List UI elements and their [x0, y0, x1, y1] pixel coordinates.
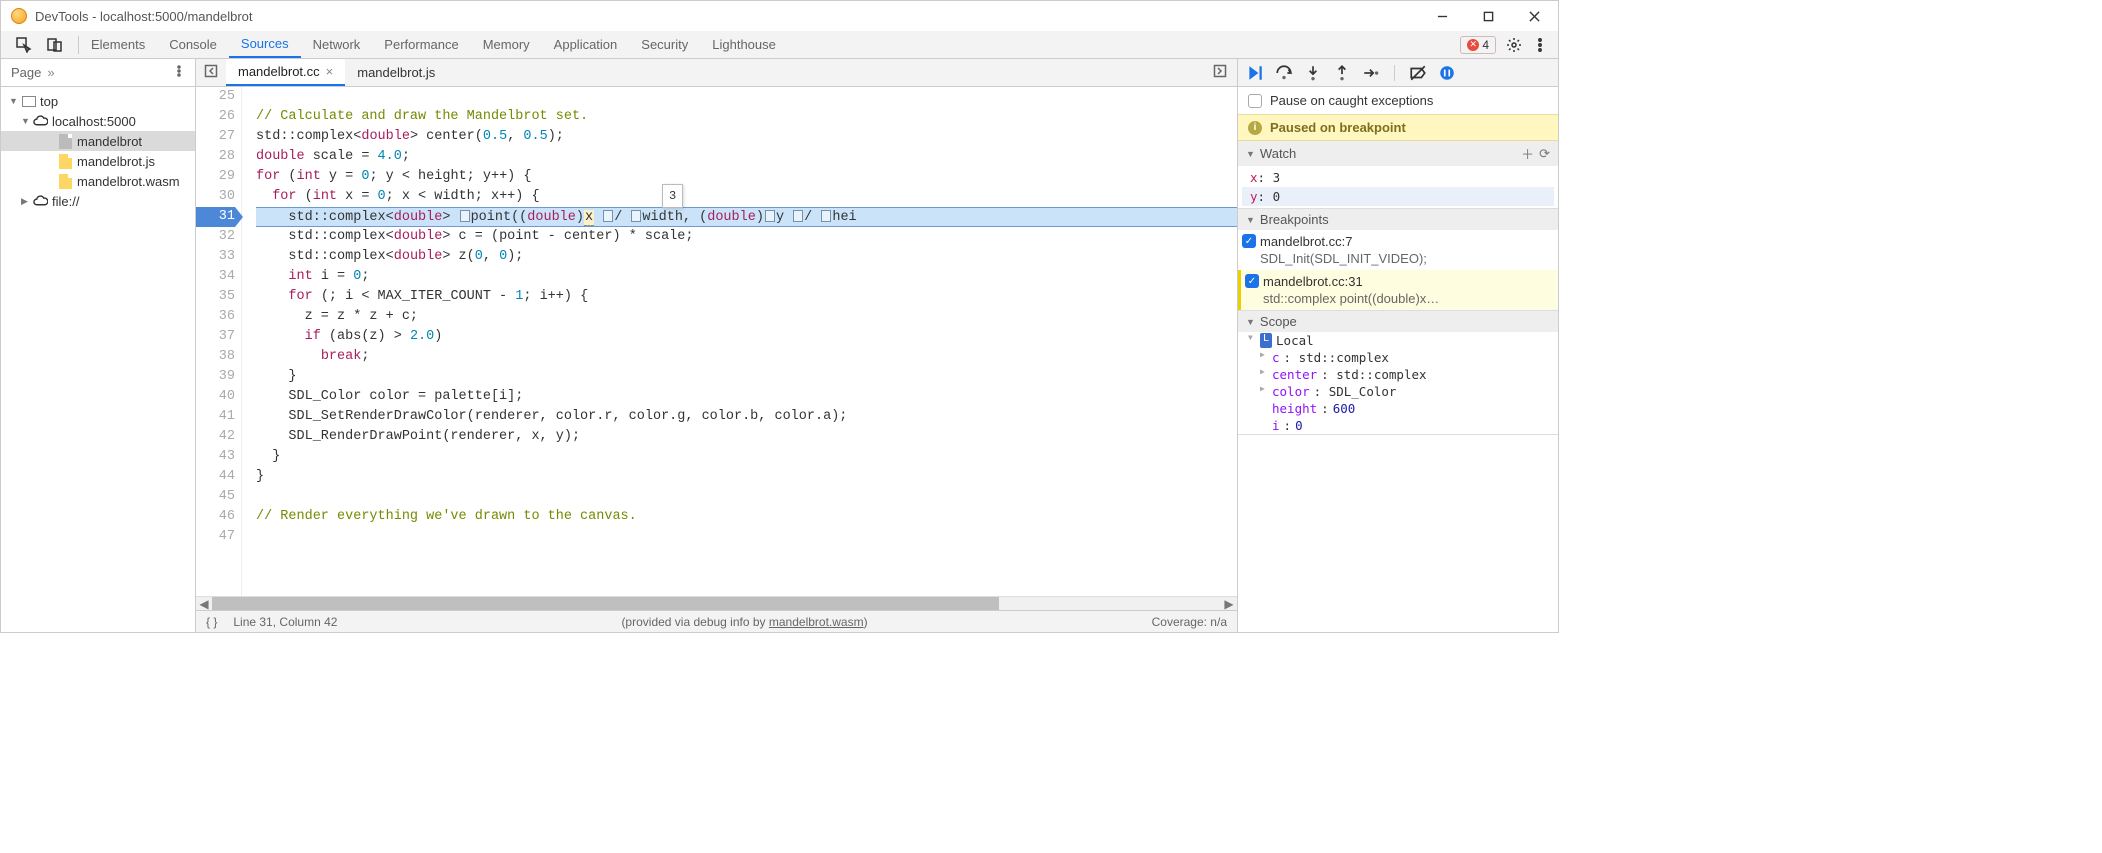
tab-lighthouse[interactable]: Lighthouse: [700, 31, 788, 58]
paused-status: iPaused on breakpoint: [1238, 114, 1558, 141]
close-tab-icon[interactable]: ×: [326, 64, 334, 79]
code-line[interactable]: // Calculate and draw the Mandelbrot set…: [256, 107, 1237, 127]
horizontal-scrollbar[interactable]: ◀▶: [196, 596, 1237, 610]
file-tab[interactable]: mandelbrot.js: [345, 59, 447, 86]
code-line[interactable]: [256, 87, 1237, 107]
tree-item[interactable]: mandelbrot: [1, 131, 195, 151]
source-editor: mandelbrot.cc×mandelbrot.js 252627282930…: [196, 59, 1238, 632]
scope-variable[interactable]: i: 0: [1238, 417, 1558, 434]
inspect-icon[interactable]: [16, 37, 32, 53]
step-icon[interactable]: [1362, 64, 1380, 82]
tree-item[interactable]: mandelbrot.wasm: [1, 171, 195, 191]
settings-icon[interactable]: [1506, 37, 1522, 53]
scope-variable[interactable]: ▶center: std::complex: [1238, 366, 1558, 383]
window-title: DevTools - localhost:5000/mandelbrot: [35, 9, 1428, 24]
watch-section-header[interactable]: ▼Watch ＋ ⟳: [1238, 141, 1558, 166]
code-line[interactable]: SDL_SetRenderDrawColor(renderer, color.r…: [256, 407, 1237, 427]
close-button[interactable]: [1520, 6, 1548, 26]
tab-elements[interactable]: Elements: [79, 31, 157, 58]
step-over-icon[interactable]: [1275, 64, 1293, 82]
code-line[interactable]: std::complex<double> center(0.5, 0.5);: [256, 127, 1237, 147]
scope-section-header[interactable]: ▼Scope: [1238, 311, 1558, 332]
deactivate-breakpoints-icon[interactable]: [1409, 64, 1427, 82]
app-icon: [11, 8, 27, 24]
nav-header-label: Page: [11, 65, 41, 80]
step-out-icon[interactable]: [1333, 64, 1351, 82]
cursor-position: Line 31, Column 42: [233, 615, 337, 629]
error-count-badge[interactable]: ✕4: [1460, 36, 1496, 54]
code-line[interactable]: std::complex<double> c = (point - center…: [256, 227, 1237, 247]
watch-expression[interactable]: y: 0: [1242, 187, 1554, 206]
code-line[interactable]: SDL_RenderDrawPoint(renderer, x, y);: [256, 427, 1237, 447]
error-count: 4: [1482, 38, 1489, 52]
value-tooltip: 3: [662, 184, 683, 208]
code-line[interactable]: std::complex<double> point((double)x / w…: [256, 207, 1237, 227]
file-navigator: Page » ▼top▼localhost:5000mandelbrotmand…: [1, 59, 196, 632]
code-line[interactable]: for (int y = 0; y < height; y++) {: [256, 167, 1237, 187]
code-line[interactable]: for (int x = 0; x < width; x++) {: [256, 187, 1237, 207]
nav-fwd-icon[interactable]: [1203, 64, 1237, 81]
code-line[interactable]: [256, 487, 1237, 507]
tree-item[interactable]: ▼localhost:5000: [1, 111, 195, 131]
tree-item[interactable]: mandelbrot.js: [1, 151, 195, 171]
step-into-icon[interactable]: [1304, 64, 1322, 82]
scope-variable[interactable]: ▼LLocal: [1238, 332, 1558, 349]
tab-application[interactable]: Application: [542, 31, 630, 58]
add-watch-icon[interactable]: ＋: [1521, 144, 1534, 163]
devtools-tabbar: ElementsConsoleSourcesNetworkPerformance…: [1, 31, 1558, 59]
refresh-watch-icon[interactable]: ⟳: [1539, 146, 1550, 162]
code-line[interactable]: break;: [256, 347, 1237, 367]
window-titlebar: DevTools - localhost:5000/mandelbrot: [1, 1, 1558, 31]
tab-memory[interactable]: Memory: [471, 31, 542, 58]
nav-back-icon[interactable]: [196, 64, 226, 81]
breakpoint-item[interactable]: ✓mandelbrot.cc:31std::complex point((dou…: [1238, 270, 1558, 310]
code-line[interactable]: std::complex<double> z(0, 0);: [256, 247, 1237, 267]
scope-variable[interactable]: ▶c: std::complex: [1238, 349, 1558, 366]
tab-network[interactable]: Network: [301, 31, 373, 58]
breakpoint-item[interactable]: ✓mandelbrot.cc:7SDL_Init(SDL_INIT_VIDEO)…: [1238, 230, 1558, 270]
maximize-button[interactable]: [1474, 6, 1502, 26]
tree-item[interactable]: ▼top: [1, 91, 195, 111]
debug-source-link[interactable]: mandelbrot.wasm: [769, 615, 864, 629]
code-line[interactable]: }: [256, 447, 1237, 467]
code-line[interactable]: double scale = 4.0;: [256, 147, 1237, 167]
tab-security[interactable]: Security: [629, 31, 700, 58]
editor-statusbar: { } Line 31, Column 42 (provided via deb…: [196, 610, 1237, 632]
device-mode-icon[interactable]: [47, 37, 63, 53]
breakpoint-checkbox[interactable]: ✓: [1245, 274, 1259, 288]
watch-expression[interactable]: x: 3: [1242, 168, 1554, 187]
tab-sources[interactable]: Sources: [229, 31, 301, 58]
pause-caught-exceptions-checkbox[interactable]: [1248, 94, 1262, 108]
kebab-menu-icon[interactable]: [1532, 37, 1548, 53]
code-line[interactable]: for (; i < MAX_ITER_COUNT - 1; i++) {: [256, 287, 1237, 307]
pause-caught-label: Pause on caught exceptions: [1270, 93, 1433, 108]
tab-performance[interactable]: Performance: [372, 31, 470, 58]
code-line[interactable]: z = z * z + c;: [256, 307, 1237, 327]
breakpoints-section-header[interactable]: ▼Breakpoints: [1238, 209, 1558, 230]
tree-item[interactable]: ▶file://: [1, 191, 195, 211]
code-line[interactable]: [256, 527, 1237, 547]
code-line[interactable]: if (abs(z) > 2.0): [256, 327, 1237, 347]
resume-icon[interactable]: [1246, 64, 1264, 82]
code-line[interactable]: // Render everything we've drawn to the …: [256, 507, 1237, 527]
nav-more-icon[interactable]: [173, 65, 185, 80]
coverage-label: Coverage: n/a: [1152, 615, 1227, 629]
breakpoint-checkbox[interactable]: ✓: [1242, 234, 1256, 248]
tab-console[interactable]: Console: [157, 31, 229, 58]
file-tab[interactable]: mandelbrot.cc×: [226, 59, 345, 86]
scope-variable[interactable]: height: 600: [1238, 400, 1558, 417]
code-line[interactable]: int i = 0;: [256, 267, 1237, 287]
code-line[interactable]: }: [256, 467, 1237, 487]
minimize-button[interactable]: [1428, 6, 1456, 26]
code-line[interactable]: SDL_Color color = palette[i];: [256, 387, 1237, 407]
pretty-print-icon[interactable]: { }: [206, 615, 217, 629]
pause-exceptions-icon[interactable]: [1438, 64, 1456, 82]
scope-variable[interactable]: ▶color: SDL_Color: [1238, 383, 1558, 400]
debugger-panel: Pause on caught exceptions iPaused on br…: [1238, 59, 1558, 632]
code-line[interactable]: }: [256, 367, 1237, 387]
